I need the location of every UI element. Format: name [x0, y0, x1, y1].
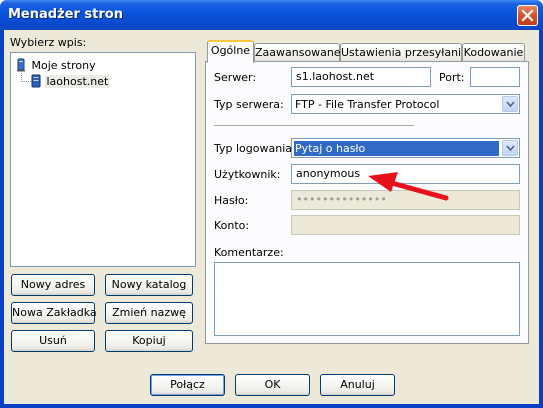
tree-item-laohost[interactable]: laohost.net	[31, 74, 111, 88]
server-field[interactable]: s1.laohost.net	[291, 67, 431, 87]
account-field[interactable]	[291, 215, 520, 235]
tab-transfer-settings[interactable]: Ustawienia przesyłania	[340, 43, 468, 62]
site-tree[interactable]: Moje strony laohost.net	[10, 52, 196, 267]
dialog-body: Wybierz wpis: Moje strony laohost.net No…	[4, 30, 539, 404]
logon-type-label: Typ logowania:	[214, 142, 296, 155]
server-icon	[31, 74, 41, 88]
new-bookmark-button[interactable]: Nowa Zakładka	[11, 302, 97, 324]
logon-type-select[interactable]: Pytaj o hasło	[291, 138, 520, 158]
port-label: Port:	[439, 71, 465, 84]
select-entry-label: Wybierz wpis:	[10, 36, 87, 49]
comments-label: Komentarze:	[214, 246, 284, 259]
tree-root-my-sites[interactable]: Moje strony	[14, 58, 96, 72]
separator	[214, 125, 414, 127]
server-label: Serwer:	[214, 71, 257, 84]
password-label: Hasło:	[214, 194, 249, 207]
tab-charset[interactable]: Kodowanie	[462, 43, 525, 62]
server-type-label: Typ serwera:	[214, 98, 284, 111]
close-icon	[521, 9, 534, 22]
account-label: Konto:	[214, 219, 250, 232]
title-bar[interactable]: Menadżer stron	[0, 0, 543, 30]
ok-button[interactable]: OK	[235, 374, 310, 396]
comments-textarea[interactable]	[214, 262, 520, 336]
new-site-button[interactable]: Nowy adres	[11, 274, 95, 296]
new-folder-button[interactable]: Nowy katalog	[105, 274, 193, 296]
connect-button[interactable]: Połącz	[150, 374, 225, 396]
tree-item-label: laohost.net	[44, 75, 111, 88]
red-arrow-annotation	[368, 172, 449, 201]
tab-general[interactable]: Ogólne	[207, 40, 254, 63]
server-type-select[interactable]: FTP - File Transfer Protocol	[291, 94, 520, 114]
logon-type-value: Pytaj o hasło	[294, 141, 499, 156]
server-type-value: FTP - File Transfer Protocol	[295, 98, 440, 111]
tab-advanced[interactable]: Zaawansowane	[254, 43, 341, 62]
copy-button[interactable]: Kopiuj	[105, 330, 193, 352]
delete-button[interactable]: Usuń	[11, 330, 95, 352]
close-button[interactable]	[517, 5, 538, 26]
dropdown-arrow-icon	[502, 96, 518, 112]
tree-root-label: Moje strony	[31, 59, 96, 72]
user-label: Użytkownik:	[214, 168, 281, 181]
computer-icon	[17, 58, 25, 72]
cancel-button[interactable]: Anuluj	[320, 374, 395, 396]
window-title: Menadżer stron	[8, 7, 123, 22]
rename-button[interactable]: Zmień nazwę	[105, 302, 193, 324]
port-field[interactable]	[470, 67, 520, 87]
dropdown-arrow-icon	[502, 140, 518, 156]
site-manager-window: Menadżer stron Wybierz wpis: Moje strony	[0, 0, 543, 408]
